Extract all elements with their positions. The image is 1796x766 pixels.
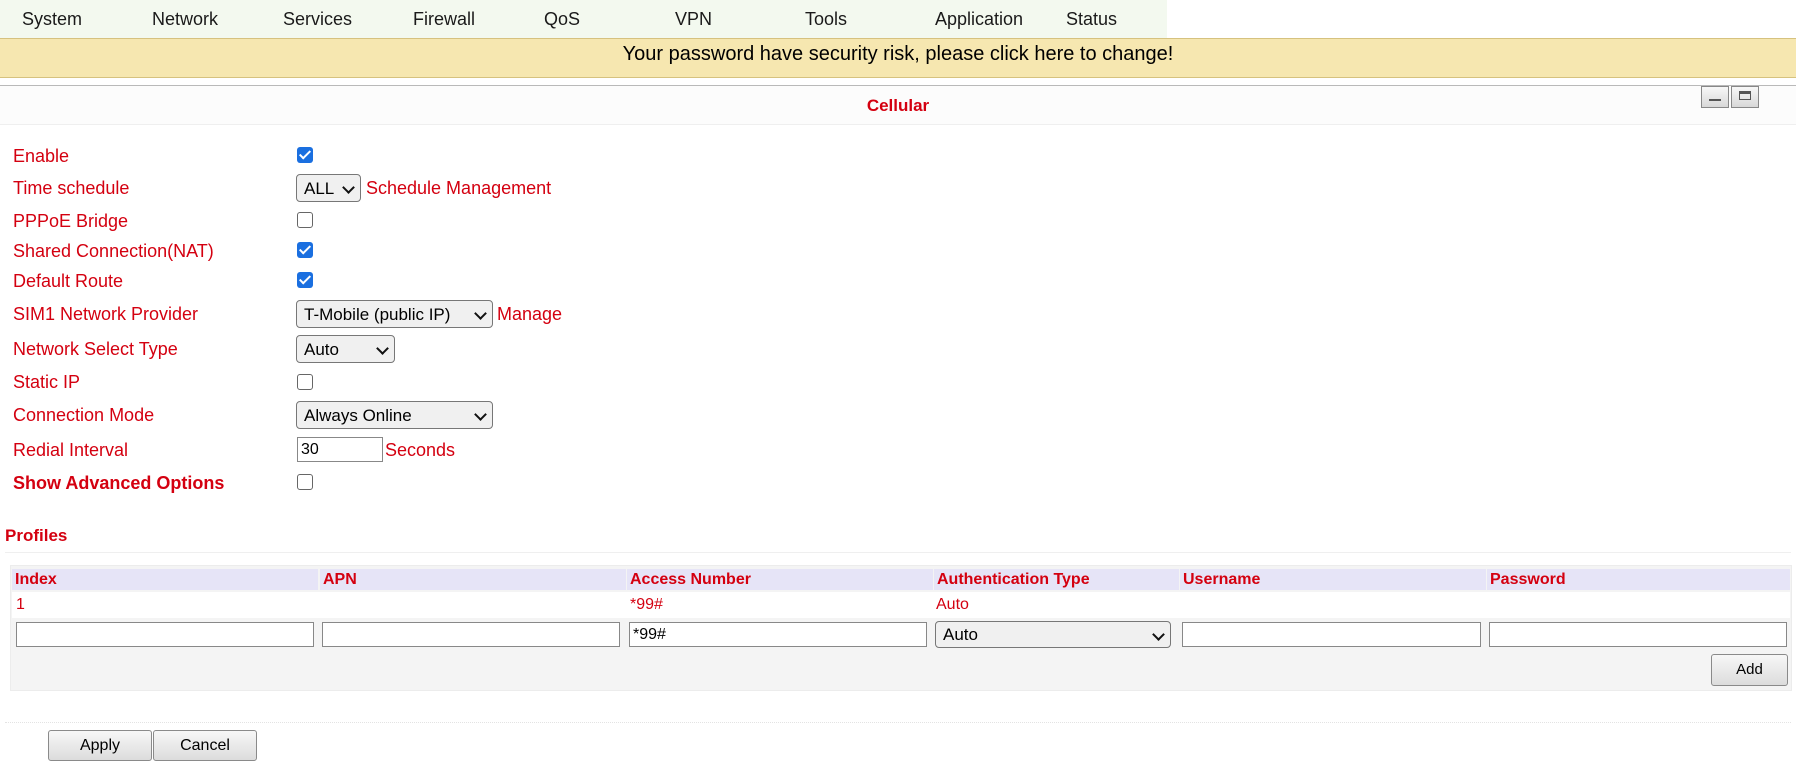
static-ip-label: Static IP [13,372,81,392]
time-schedule-select[interactable]: ALL [296,174,361,202]
nav-system[interactable]: System [22,9,82,30]
minimize-button[interactable] [1701,86,1729,108]
cell-auth-type: Auto [936,596,969,613]
nav-status[interactable]: Status [1066,9,1117,30]
chevron-down-icon [342,181,355,194]
network-select-type-select[interactable]: Auto [296,335,395,363]
shared-connection-checkbox[interactable] [297,242,313,258]
cell-access-number: *99# [630,596,663,613]
profiles-section-title: Profiles [5,526,68,545]
panel-title: Cellular [866,96,930,115]
new-username-input[interactable] [1182,622,1481,647]
static-ip-checkbox[interactable] [297,374,313,390]
nav-network[interactable]: Network [152,9,218,30]
pppoe-bridge-checkbox[interactable] [297,212,313,228]
maximize-icon [1739,91,1751,100]
show-advanced-label: Show Advanced Options [13,473,225,493]
manage-link[interactable]: Manage [497,304,562,325]
redial-interval-unit: Seconds [385,440,456,460]
col-header-auth-type: Authentication Type [934,569,1179,590]
col-header-index: Index [12,569,318,590]
connection-mode-value: Always Online [304,406,412,425]
default-route-label: Default Route [13,271,124,291]
col-header-username: Username [1180,569,1486,590]
footer-divider [5,722,1791,724]
cancel-button[interactable]: Cancel [153,730,257,761]
time-schedule-label: Time schedule [13,178,130,198]
table-row [12,592,1790,618]
nav-services[interactable]: Services [283,9,352,30]
nav-vpn[interactable]: VPN [675,9,712,30]
nav-application[interactable]: Application [935,9,1023,30]
pppoe-bridge-label: PPPoE Bridge [13,211,129,231]
minimize-icon [1709,99,1721,101]
sim1-provider-value: T-Mobile (public IP) [304,305,451,324]
nav-tools[interactable]: Tools [805,9,847,30]
default-route-checkbox[interactable] [297,272,313,288]
maximize-button[interactable] [1731,86,1759,108]
new-access-number-input[interactable] [629,622,927,647]
redial-interval-input[interactable] [297,437,383,462]
network-select-type-value: Auto [304,340,339,359]
top-nav: System Network Services Firewall QoS VPN… [0,0,1167,38]
add-profile-button[interactable]: Add [1711,654,1788,686]
shared-connection-label: Shared Connection(NAT) [13,241,214,261]
network-select-type-label: Network Select Type [13,339,178,359]
nav-firewall[interactable]: Firewall [413,9,475,30]
schedule-management-link[interactable]: Schedule Management [366,178,551,199]
sim1-provider-select[interactable]: T-Mobile (public IP) [296,300,493,328]
chevron-down-icon [474,408,487,421]
connection-mode-select[interactable]: Always Online [296,401,493,429]
apply-button[interactable]: Apply [48,730,152,761]
new-auth-type-select[interactable]: Auto [935,621,1171,648]
new-index-input[interactable] [16,622,314,647]
chevron-down-icon [474,307,487,320]
col-header-apn: APN [320,569,626,590]
redial-interval-label: Redial Interval [13,440,129,460]
new-apn-input[interactable] [322,622,620,647]
enable-checkbox[interactable] [297,147,313,163]
connection-mode-label: Connection Mode [13,405,155,425]
chevron-down-icon [376,342,389,355]
col-header-password: Password [1487,569,1790,590]
enable-label: Enable [13,146,70,166]
nav-qos[interactable]: QoS [544,9,580,30]
new-auth-type-value: Auto [943,625,978,644]
col-header-access-number: Access Number [627,569,933,590]
sim1-provider-label: SIM1 Network Provider [13,304,199,324]
profiles-divider [5,552,1791,553]
show-advanced-checkbox[interactable] [297,474,313,490]
security-warning-banner[interactable]: Your password have security risk, please… [0,38,1796,78]
time-schedule-value: ALL [304,179,335,198]
new-password-input[interactable] [1489,622,1787,647]
chevron-down-icon [1152,628,1165,641]
cell-index: 1 [16,596,25,613]
